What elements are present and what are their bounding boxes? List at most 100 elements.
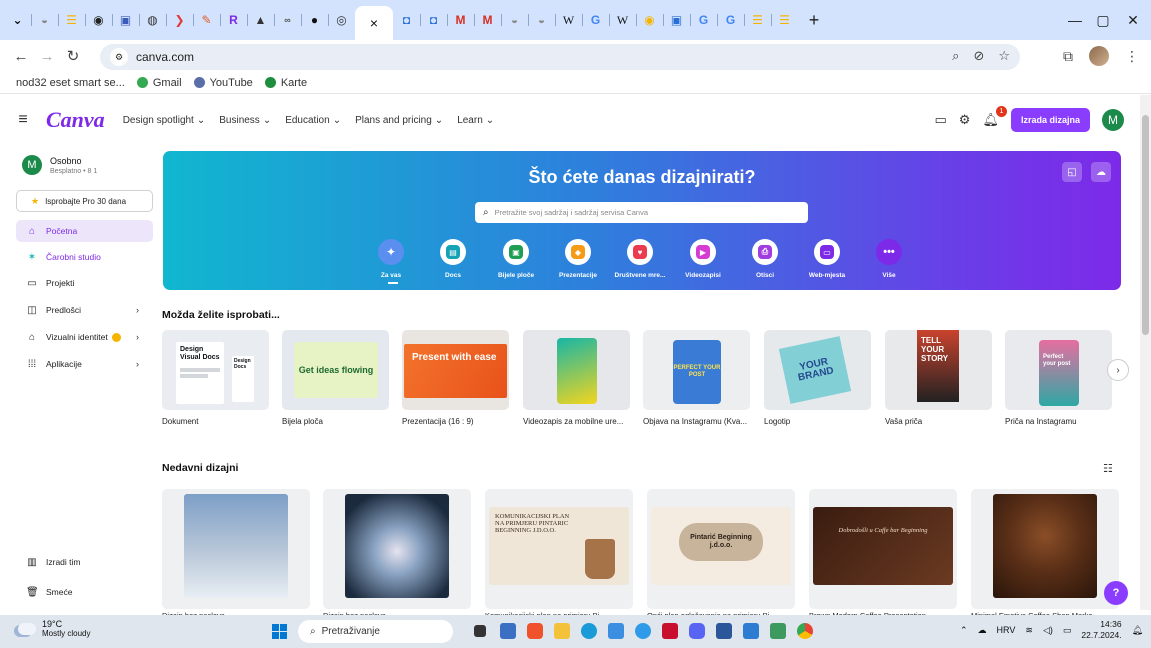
wifi-icon[interactable]: ≋ (1025, 625, 1033, 636)
brave-icon[interactable] (527, 623, 543, 639)
page-scrollbar[interactable] (1140, 95, 1151, 610)
desktop-app-icon[interactable]: ▭ (935, 112, 947, 128)
file-explorer-icon[interactable] (554, 623, 570, 639)
menu-icon[interactable]: ⋮ (1125, 48, 1139, 65)
category-websites[interactable]: ▭ Web-mjesta (796, 239, 858, 279)
tile-instagram-story[interactable]: Perfect your post (1005, 330, 1112, 410)
zoom-icon[interactable]: ⌕ (952, 48, 959, 64)
list-view-icon[interactable]: ☷ (1103, 462, 1113, 475)
close-icon[interactable]: × (370, 15, 378, 31)
language-indicator[interactable]: HRV (997, 625, 1016, 635)
canva-logo[interactable]: Canva (46, 107, 105, 133)
recent-design-card[interactable]: Pintarić Beginning j.d.o.o. (647, 489, 795, 609)
volume-icon[interactable]: ◁) (1043, 625, 1053, 636)
bookmark-gmail[interactable]: Gmail (136, 77, 182, 89)
cloud-icon[interactable]: ☁ (1091, 162, 1111, 182)
bookmark-youtube[interactable]: YouTube (193, 77, 253, 89)
sidebar-item-create-team[interactable]: ▥ Izradi tim (16, 551, 153, 573)
tile-logo[interactable]: YOUR BRAND (764, 330, 871, 410)
chrome-active-icon[interactable] (797, 623, 813, 639)
taskbar-search[interactable]: ⌕ Pretraživanje (298, 620, 453, 643)
battery-icon[interactable]: ▭ (1063, 625, 1072, 636)
tab-pinned[interactable]: ◘ (420, 6, 447, 34)
weather-widget[interactable]: 19°C Mostly cloudy (18, 619, 90, 638)
photos-icon[interactable] (743, 623, 759, 639)
tab-google[interactable]: G (582, 6, 609, 34)
nav-business[interactable]: Business ⌄ (219, 115, 271, 126)
tab-pinned[interactable]: ● (301, 6, 328, 34)
tab-pinned[interactable]: ◉ (85, 6, 112, 34)
tile-presentation[interactable]: Present with ease (402, 330, 509, 410)
discord-icon[interactable] (689, 623, 705, 639)
tab-pinned[interactable]: ◉ (636, 6, 663, 34)
carousel-next-button[interactable]: › (1107, 359, 1129, 381)
sidebar-item-home[interactable]: ⌂ Početna (16, 220, 153, 242)
user-avatar[interactable]: M (1102, 109, 1124, 131)
tile-whiteboard[interactable]: Get ideas flowing (282, 330, 389, 410)
hero-search-input[interactable]: ⌕ Pretražite svoj sadržaj i sadržaj serv… (475, 202, 808, 223)
category-videos[interactable]: ▶ Videozapisi (672, 239, 734, 279)
tab-pinned[interactable]: ◍ (139, 6, 166, 34)
sidebar-item-magic-studio[interactable]: ✶ Čarobni studio (16, 246, 153, 268)
tab-pinned[interactable]: ◒ (31, 6, 58, 34)
tab-active-close[interactable]: × (355, 6, 393, 40)
category-print[interactable]: ⎙ Otisci (734, 239, 796, 279)
category-whiteboards[interactable]: ▣ Bijele ploče (485, 239, 547, 279)
nav-education[interactable]: Education ⌄ (285, 115, 341, 126)
tab-wikipedia[interactable]: W (609, 6, 636, 34)
tab-pinned[interactable]: ▣ (112, 6, 139, 34)
try-pro-button[interactable]: ★ Isprobajte Pro 30 dana (16, 190, 153, 212)
tab-pinned[interactable]: ◒ (501, 6, 528, 34)
nav-plans-pricing[interactable]: Plans and pricing ⌄ (355, 115, 443, 126)
word-icon[interactable] (716, 623, 732, 639)
tab-pinned[interactable]: ◒ (528, 6, 555, 34)
category-for-you[interactable]: ✦ Za vas (360, 239, 422, 279)
bookmark-karte[interactable]: Karte (264, 77, 307, 89)
category-more[interactable]: ••• Više (858, 239, 920, 279)
forward-icon[interactable]: → (34, 48, 60, 65)
tab-pinned[interactable]: ▲ (247, 6, 274, 34)
recent-design-card[interactable] (323, 489, 471, 609)
tab-search-menu[interactable]: ⌄ (4, 6, 31, 34)
tab-pinned[interactable]: ☰ (744, 6, 771, 34)
tab-wikipedia[interactable]: W (555, 6, 582, 34)
recent-design-card[interactable] (971, 489, 1119, 609)
category-docs[interactable]: ▤ Docs (422, 239, 484, 279)
upload-icon[interactable]: ◱ (1062, 162, 1082, 182)
tab-google[interactable]: G (690, 6, 717, 34)
notepad-icon[interactable] (770, 623, 786, 639)
nav-design-spotlight[interactable]: Design spotlight ⌄ (123, 115, 206, 126)
bookmark-eset[interactable]: nod32 eset smart se... (16, 77, 125, 89)
sidebar-item-projects[interactable]: ▭ Projekti (16, 272, 153, 294)
chrome-icon[interactable] (635, 623, 651, 639)
tab-pinned[interactable]: ❯ (166, 6, 193, 34)
scrollbar-thumb[interactable] (1142, 115, 1149, 335)
recent-design-card[interactable] (162, 489, 310, 609)
site-settings-icon[interactable]: ⚙ (110, 48, 128, 66)
chevron-up-icon[interactable]: ⌃ (960, 625, 968, 636)
tab-pinned[interactable]: ◘ (393, 6, 420, 34)
tab-pinned[interactable]: ▣ (663, 6, 690, 34)
new-tab-button[interactable]: + (802, 10, 826, 31)
sidebar-item-apps[interactable]: ⁞⁞⁞ Aplikacije › (16, 353, 153, 375)
tile-mobile-video[interactable] (523, 330, 630, 410)
task-view-icon[interactable] (474, 625, 486, 637)
windows-start-icon[interactable] (272, 624, 287, 639)
account-switcher[interactable]: M Osobno Besplatno • 8 1 (22, 155, 97, 175)
tile-document[interactable]: Design Visual Docs Design Docs (162, 330, 269, 410)
profile-avatar[interactable] (1089, 46, 1109, 66)
settings-gear-icon[interactable]: ⚙ (959, 112, 971, 128)
tab-pinned[interactable]: ◎ (328, 6, 355, 34)
eye-off-icon[interactable]: ⊘ (973, 48, 984, 64)
reload-icon[interactable]: ↻ (60, 47, 86, 65)
sidebar-item-trash[interactable]: 🗑︎ Smeće (16, 581, 153, 603)
store-icon[interactable] (608, 623, 624, 639)
url-input[interactable]: ⚙ canva.com ⌕ ⊘ ☆ (100, 44, 1020, 70)
notification-bell-icon[interactable]: 🔔︎ (1132, 625, 1143, 636)
tab-pinned[interactable]: ∞ (274, 6, 301, 34)
tile-your-story[interactable]: TELL YOUR STORY (885, 330, 992, 410)
recent-design-card[interactable]: KOMUNIKACIJSKI PLAN NA PRIMJERU PINTARIC… (485, 489, 633, 609)
tab-google[interactable]: G (717, 6, 744, 34)
category-social[interactable]: ♥ Društvene mre... (609, 239, 671, 279)
recent-design-card[interactable]: Dobrodošli u Caffe bar Beginning (809, 489, 957, 609)
